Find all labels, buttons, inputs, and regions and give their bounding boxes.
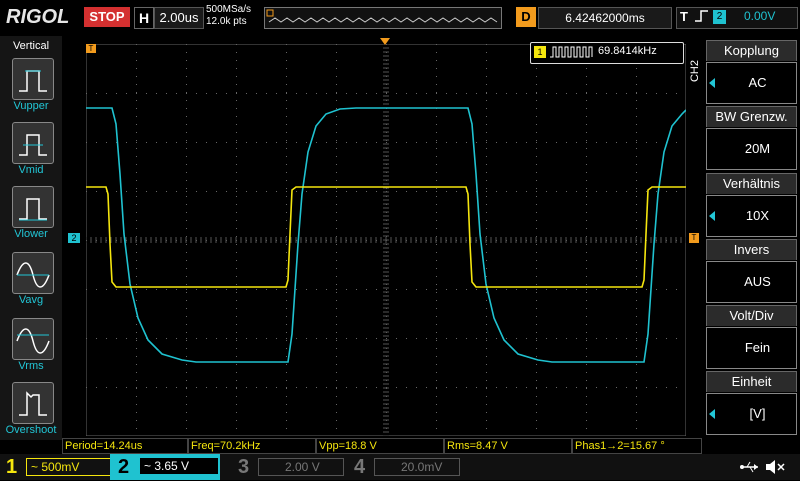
trigger-time-marker[interactable] [380, 38, 390, 45]
menu-arrow-icon [709, 409, 715, 419]
vmid-icon [19, 134, 47, 156]
trigger-position-marker[interactable]: T [86, 44, 96, 53]
trigger-level: 0.00V [744, 9, 776, 23]
pulse-train-icon [550, 45, 594, 64]
usb-icon [740, 460, 760, 479]
menu-bw-title: BW Grenzw. [706, 106, 797, 127]
delay-icon: D [516, 7, 536, 27]
menu-channel-label: CH2 [689, 60, 701, 83]
ch2-scale: 3.65 V [154, 459, 190, 473]
memory-depth: 12.0k pts [206, 16, 247, 27]
memory-position-bar [264, 7, 502, 29]
vupper-label: Vupper [13, 100, 49, 112]
vrms-button[interactable] [12, 318, 54, 360]
trigger-source: 2 [713, 10, 726, 24]
menu-ratio-value: 10X [745, 208, 770, 223]
menu-invert-title: Invers [706, 239, 797, 260]
timebase-value[interactable]: 2.00us [154, 7, 204, 29]
trigger-icon: T [680, 9, 688, 24]
vavg-icon [16, 262, 50, 288]
overshoot-label: Overshoot [5, 424, 57, 436]
counter-source: 1 [534, 46, 546, 58]
memory-waveform-icon [266, 9, 498, 23]
delay-value[interactable]: 6.42462000ms [538, 7, 672, 29]
menu-voltdiv-title: Volt/Div [706, 305, 797, 326]
vlower-button[interactable] [12, 186, 54, 228]
vupper-icon [19, 70, 47, 92]
ch3-scale: 2.00 V [285, 460, 320, 474]
speaker-mute-icon[interactable] [764, 458, 786, 481]
waveform-display[interactable] [86, 44, 686, 436]
counter-value: 69.8414kHz [598, 45, 657, 57]
menu-invert-value: AUS [744, 274, 771, 289]
ch2-offset-marker[interactable]: 2 [68, 233, 80, 243]
overshoot-button[interactable] [12, 382, 54, 424]
menu-voltdiv-value: Fein [744, 340, 771, 355]
vertical-measure-panel: Vertical Vupper Vmid Vlower Vavg Vrms Ov… [0, 36, 62, 440]
trigger-level-marker[interactable]: T [689, 233, 699, 243]
measurement-freq[interactable]: Freq=70.2kHz [188, 438, 316, 454]
menu-arrow-icon [709, 211, 715, 221]
ch4-scale: 20.0mV [401, 460, 443, 474]
ch2-status[interactable]: ~ 3.65 V [140, 458, 218, 474]
ch4-number[interactable]: 4 [354, 456, 365, 479]
menu-coupling-value: AC [748, 75, 767, 90]
vavg-button[interactable] [12, 252, 54, 294]
measurement-rms[interactable]: Rms=8.47 V [444, 438, 572, 454]
ch1-scale: 500mV [41, 460, 80, 474]
overshoot-icon [19, 391, 47, 416]
menu-coupling-title: Kopplung [706, 40, 797, 61]
panel-title: Vertical [12, 40, 50, 52]
vrms-icon [16, 328, 50, 354]
sample-rate: 500MSa/s [206, 4, 252, 15]
vavg-label: Vavg [18, 294, 44, 306]
rising-edge-icon [694, 9, 710, 26]
ch1-coupling: ~ [31, 460, 39, 474]
ch4-status[interactable]: 20.0mV [374, 458, 460, 476]
measurement-period[interactable]: Period=14.24us [62, 438, 188, 454]
ch2-number[interactable]: 2 [118, 456, 129, 479]
vlower-icon [19, 198, 47, 221]
measurement-phase[interactable]: Phas1→2=15.67 ° [572, 438, 702, 454]
acquisition-info: 500MSa/s 12.0k pts [206, 4, 251, 28]
vmid-label: Vmid [18, 164, 44, 176]
run-stop-indicator[interactable]: STOP [84, 7, 130, 27]
measurement-vpp[interactable]: Vpp=18.8 V [316, 438, 444, 454]
brand-logo: RIGOL [6, 6, 70, 28]
menu-unit-value: [V] [749, 406, 766, 421]
vlower-label: Vlower [14, 228, 48, 240]
menu-arrow-icon [709, 78, 715, 88]
vrms-label: Vrms [18, 360, 44, 372]
vupper-button[interactable] [12, 58, 54, 100]
ch2-coupling: ~ [144, 459, 152, 473]
ch3-number[interactable]: 3 [238, 456, 249, 479]
horizontal-icon: H [134, 7, 154, 29]
ch1-number[interactable]: 1 [6, 456, 17, 479]
menu-unit-title: Einheit [706, 371, 797, 392]
menu-ratio-title: Verhältnis [706, 173, 797, 194]
ch1-status[interactable]: ~ 500mV [26, 458, 114, 476]
menu-bw-value: 20M [744, 141, 771, 156]
ch3-status[interactable]: 2.00 V [258, 458, 344, 476]
vmid-button[interactable] [12, 122, 54, 164]
